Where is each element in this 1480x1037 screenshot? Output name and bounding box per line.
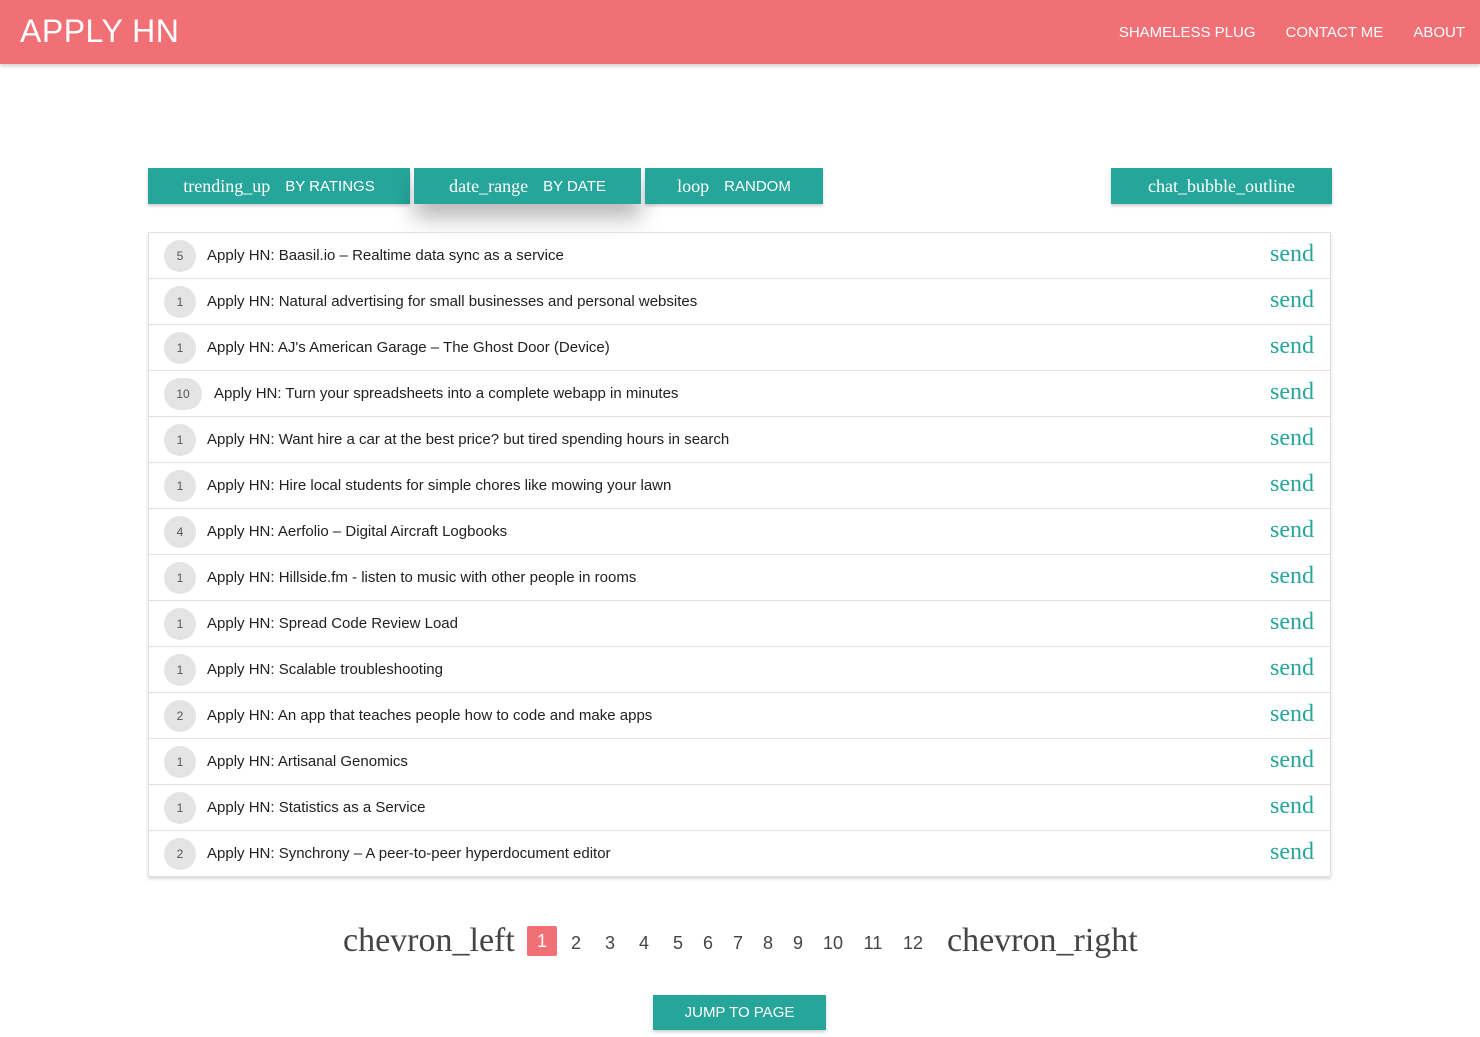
list-item[interactable]: 4 Apply HN: Aerfolio – Digital Aircraft … [149, 509, 1330, 555]
score-badge: 10 [164, 378, 202, 410]
trending-up-icon: trending_up [183, 175, 271, 196]
list-item[interactable]: 1 Apply HN: Hillside.fm - listen to musi… [149, 555, 1330, 601]
date-range-icon: date_range [449, 175, 529, 196]
score-badge: 1 [164, 746, 196, 778]
chevron-right-icon[interactable]: chevron_right [947, 922, 1138, 960]
sort-by-date-label: BY DATE [543, 177, 606, 195]
send-icon[interactable]: send [1270, 425, 1314, 452]
list-item[interactable]: 1 Apply HN: Artisanal Genomics send [149, 739, 1330, 785]
item-title[interactable]: Apply HN: Aerfolio – Digital Aircraft Lo… [207, 523, 507, 540]
item-title[interactable]: Apply HN: Hillside.fm - listen to music … [207, 569, 636, 586]
chat-button[interactable]: chat_bubble_outline [1111, 168, 1332, 204]
score-badge: 1 [164, 286, 196, 318]
list-item[interactable]: 1 Apply HN: AJ's American Garage – The G… [149, 325, 1330, 371]
chevron-left-icon[interactable]: chevron_left [343, 922, 515, 960]
list-item[interactable]: 1 Apply HN: Statistics as a Service send [149, 785, 1330, 831]
nav-link-about[interactable]: ABOUT [1398, 24, 1480, 41]
score-badge: 1 [164, 332, 196, 364]
item-title[interactable]: Apply HN: An app that teaches people how… [207, 707, 652, 724]
score-badge: 4 [164, 516, 196, 548]
top-navbar: APPLY HN SHAMELESS PLUG CONTACT ME ABOUT [0, 0, 1480, 64]
nav-link-shameless-plug[interactable]: SHAMELESS PLUG [1104, 24, 1271, 41]
item-title[interactable]: Apply HN: Statistics as a Service [207, 799, 425, 816]
send-icon[interactable]: send [1270, 655, 1314, 682]
send-icon[interactable]: send [1270, 563, 1314, 590]
item-title[interactable]: Apply HN: Scalable troubleshooting [207, 661, 443, 678]
page-link-9[interactable]: 9 [788, 928, 808, 958]
chat-bubble-outline-icon: chat_bubble_outline [1148, 175, 1295, 196]
send-icon[interactable]: send [1270, 241, 1314, 268]
sort-by-ratings-button[interactable]: trending_up BY RATINGS [148, 168, 410, 204]
score-badge: 2 [164, 838, 196, 870]
send-icon[interactable]: send [1270, 839, 1314, 866]
page-link-1[interactable]: 1 [527, 926, 557, 956]
item-title[interactable]: Apply HN: Natural advertising for small … [207, 293, 697, 310]
send-icon[interactable]: send [1270, 747, 1314, 774]
send-icon[interactable]: send [1270, 517, 1314, 544]
list-item[interactable]: 1 Apply HN: Hire local students for simp… [149, 463, 1330, 509]
sort-by-date-button[interactable]: date_range BY DATE [414, 168, 641, 204]
send-icon[interactable]: send [1270, 609, 1314, 636]
item-title[interactable]: Apply HN: Synchrony – A peer-to-peer hyp… [207, 845, 611, 862]
page-link-6[interactable]: 6 [698, 928, 718, 958]
random-button[interactable]: loop RANDOM [645, 168, 823, 204]
send-icon[interactable]: send [1270, 333, 1314, 360]
item-title[interactable]: Apply HN: Want hire a car at the best pr… [207, 431, 729, 448]
sort-by-ratings-label: BY RATINGS [285, 177, 375, 195]
list-item[interactable]: 5 Apply HN: Baasil.io – Realtime data sy… [149, 233, 1330, 279]
page-link-5[interactable]: 5 [668, 928, 688, 958]
list-item[interactable]: 1 Apply HN: Want hire a car at the best … [149, 417, 1330, 463]
list-item[interactable]: 1 Apply HN: Natural advertising for smal… [149, 279, 1330, 325]
nav-links: SHAMELESS PLUG CONTACT ME ABOUT [1104, 0, 1480, 64]
list-item[interactable]: 1 Apply HN: Scalable troubleshooting sen… [149, 647, 1330, 693]
item-title[interactable]: Apply HN: Turn your spreadsheets into a … [214, 385, 678, 402]
item-title[interactable]: Apply HN: Spread Code Review Load [207, 615, 458, 632]
list-item[interactable]: 10 Apply HN: Turn your spreadsheets into… [149, 371, 1330, 417]
score-badge: 1 [164, 424, 196, 456]
score-badge: 1 [164, 792, 196, 824]
page-link-7[interactable]: 7 [728, 928, 748, 958]
send-icon[interactable]: send [1270, 701, 1314, 728]
page-link-11[interactable]: 11 [859, 928, 887, 958]
item-title[interactable]: Apply HN: AJ's American Garage – The Gho… [207, 339, 610, 356]
page-link-4[interactable]: 4 [634, 928, 654, 958]
pagination: chevron_left 1 2 3 4 5 6 7 8 9 10 11 12 … [0, 922, 1480, 966]
apply-hn-list: 5 Apply HN: Baasil.io – Realtime data sy… [148, 232, 1331, 877]
score-badge: 1 [164, 608, 196, 640]
send-icon[interactable]: send [1270, 793, 1314, 820]
item-title[interactable]: Apply HN: Artisanal Genomics [207, 753, 408, 770]
send-icon[interactable]: send [1270, 379, 1314, 406]
item-title[interactable]: Apply HN: Baasil.io – Realtime data sync… [207, 247, 564, 264]
item-title[interactable]: Apply HN: Hire local students for simple… [207, 477, 671, 494]
page-link-2[interactable]: 2 [566, 928, 586, 958]
score-badge: 1 [164, 470, 196, 502]
score-badge: 2 [164, 700, 196, 732]
page-link-8[interactable]: 8 [758, 928, 778, 958]
random-label: RANDOM [724, 177, 791, 195]
page-link-12[interactable]: 12 [899, 928, 927, 958]
list-item[interactable]: 2 Apply HN: An app that teaches people h… [149, 693, 1330, 739]
page-link-3[interactable]: 3 [600, 928, 620, 958]
page-link-10[interactable]: 10 [819, 928, 847, 958]
nav-link-contact-me[interactable]: CONTACT ME [1271, 24, 1399, 41]
list-item[interactable]: 1 Apply HN: Spread Code Review Load send [149, 601, 1330, 647]
score-badge: 1 [164, 562, 196, 594]
loop-icon: loop [677, 175, 710, 196]
send-icon[interactable]: send [1270, 471, 1314, 498]
brand-logo[interactable]: APPLY HN [20, 13, 179, 50]
list-item[interactable]: 2 Apply HN: Synchrony – A peer-to-peer h… [149, 831, 1330, 876]
score-badge: 1 [164, 654, 196, 686]
score-badge: 5 [164, 240, 196, 272]
jump-to-page-button[interactable]: JUMP TO PAGE [653, 995, 826, 1030]
send-icon[interactable]: send [1270, 287, 1314, 314]
